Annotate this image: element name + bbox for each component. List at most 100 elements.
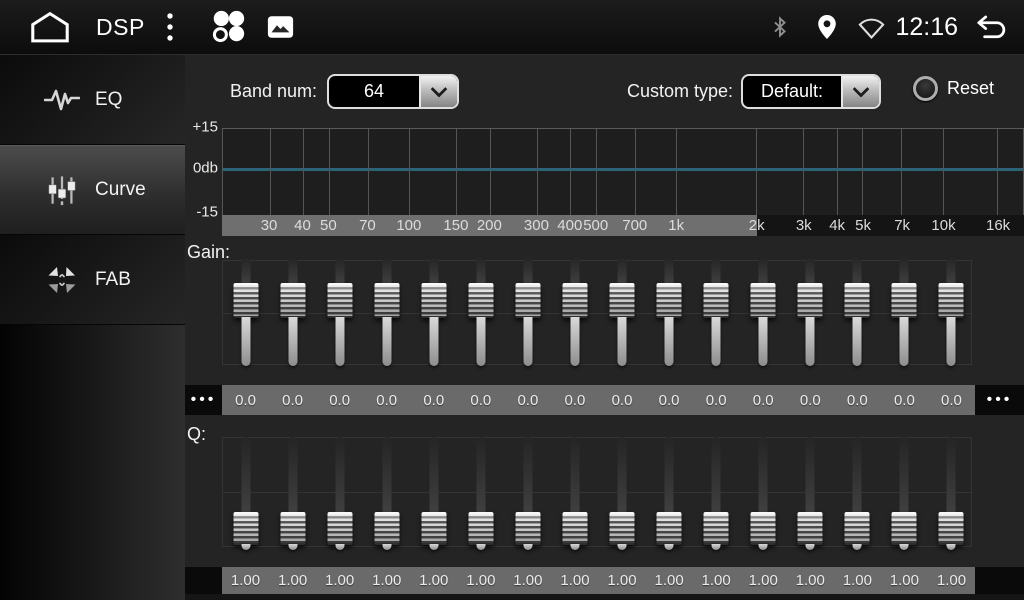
gridline [635, 129, 636, 215]
q-value: 1.00 [881, 567, 928, 594]
q-slider[interactable] [551, 435, 598, 552]
gain-value: 0.0 [928, 385, 975, 415]
gridline [490, 129, 491, 215]
slider-thumb[interactable] [610, 283, 635, 318]
slider-thumb[interactable] [798, 283, 823, 318]
gain-slider[interactable] [787, 258, 834, 368]
slider-thumb[interactable] [892, 283, 917, 318]
slider-thumb[interactable] [280, 512, 305, 545]
overflow-menu-icon[interactable] [165, 11, 175, 43]
slider-thumb[interactable] [374, 512, 399, 545]
gridline [456, 129, 457, 215]
sidebar-item-fab[interactable]: FAB [0, 235, 185, 325]
gain-slider[interactable] [222, 258, 269, 368]
slider-thumb[interactable] [327, 283, 352, 318]
y-axis-label-0db: 0db [185, 160, 218, 177]
slider-thumb[interactable] [468, 283, 493, 318]
apps-icon[interactable] [209, 8, 247, 46]
gain-more-right-button[interactable]: ••• [975, 385, 1024, 415]
slider-track [335, 544, 344, 550]
home-icon[interactable] [28, 10, 72, 45]
gridline [368, 129, 369, 215]
chevron-down-icon[interactable] [419, 76, 457, 107]
gain-more-left-button[interactable]: ••• [185, 385, 222, 415]
slider-thumb[interactable] [374, 283, 399, 318]
gain-slider[interactable] [410, 258, 457, 368]
slider-thumb[interactable] [704, 283, 729, 318]
slider-thumb[interactable] [515, 283, 540, 318]
q-slider[interactable] [928, 435, 975, 552]
q-slider[interactable] [269, 435, 316, 552]
gain-slider[interactable] [457, 258, 504, 368]
slider-track [618, 317, 627, 366]
q-slider[interactable] [646, 435, 693, 552]
reset-radio-icon[interactable] [913, 76, 938, 101]
q-slider[interactable] [363, 435, 410, 552]
slider-thumb[interactable] [421, 512, 446, 545]
slider-thumb[interactable] [892, 512, 917, 545]
slider-thumb[interactable] [515, 512, 540, 545]
gain-slider[interactable] [599, 258, 646, 368]
slider-thumb[interactable] [704, 512, 729, 545]
custom-type-dropdown[interactable]: Default: [741, 74, 881, 109]
slider-thumb[interactable] [233, 283, 258, 318]
slider-thumb[interactable] [939, 283, 964, 318]
slider-thumb[interactable] [657, 283, 682, 318]
slider-track [853, 317, 862, 366]
q-slider[interactable] [881, 435, 928, 552]
slider-thumb[interactable] [845, 283, 870, 318]
gain-slider[interactable] [551, 258, 598, 368]
slider-track [900, 317, 909, 366]
gain-slider[interactable] [316, 258, 363, 368]
gain-slider[interactable] [740, 258, 787, 368]
slider-track [947, 544, 956, 550]
q-slider[interactable] [787, 435, 834, 552]
slider-thumb[interactable] [421, 283, 446, 318]
reset-button[interactable]: Reset [913, 76, 994, 101]
slider-track [523, 437, 532, 514]
slider-thumb[interactable] [327, 512, 352, 545]
q-slider[interactable] [599, 435, 646, 552]
gain-slider[interactable] [693, 258, 740, 368]
slider-thumb[interactable] [939, 512, 964, 545]
chevron-down-icon[interactable] [841, 76, 879, 107]
q-slider[interactable] [316, 435, 363, 552]
slider-thumb[interactable] [562, 512, 587, 545]
q-slider[interactable] [693, 435, 740, 552]
q-slider[interactable] [834, 435, 881, 552]
back-icon[interactable] [974, 13, 1008, 41]
gain-slider[interactable] [834, 258, 881, 368]
gain-slider[interactable] [269, 258, 316, 368]
gain-slider[interactable] [504, 258, 551, 368]
gain-slider[interactable] [881, 258, 928, 368]
slider-thumb[interactable] [798, 512, 823, 545]
slider-thumb[interactable] [468, 512, 493, 545]
freq-tick-label: 5k [855, 215, 871, 236]
slider-track [665, 258, 674, 284]
sidebar-item-eq[interactable]: EQ [0, 55, 185, 145]
slider-thumb[interactable] [562, 283, 587, 318]
band-num-dropdown[interactable]: 64 [327, 74, 459, 109]
slider-track [900, 437, 909, 514]
gain-slider[interactable] [363, 258, 410, 368]
q-value: 1.00 [551, 567, 598, 594]
eq-curve-plot[interactable] [222, 128, 1024, 215]
q-slider[interactable] [457, 435, 504, 552]
q-slider[interactable] [222, 435, 269, 552]
gain-slider[interactable] [928, 258, 975, 368]
q-slider[interactable] [740, 435, 787, 552]
freq-tick-label: 16k [986, 215, 1010, 236]
slider-thumb[interactable] [657, 512, 682, 545]
slider-thumb[interactable] [845, 512, 870, 545]
q-slider[interactable] [410, 435, 457, 552]
slider-thumb[interactable] [751, 512, 776, 545]
slider-thumb[interactable] [751, 283, 776, 318]
gallery-icon[interactable] [267, 15, 294, 39]
gain-slider[interactable] [646, 258, 693, 368]
q-slider[interactable] [504, 435, 551, 552]
slider-thumb[interactable] [233, 512, 258, 545]
slider-thumb[interactable] [280, 283, 305, 318]
slider-thumb[interactable] [610, 512, 635, 545]
sidebar-item-curve[interactable]: Curve [0, 145, 185, 235]
q-value: 1.00 [410, 567, 457, 594]
